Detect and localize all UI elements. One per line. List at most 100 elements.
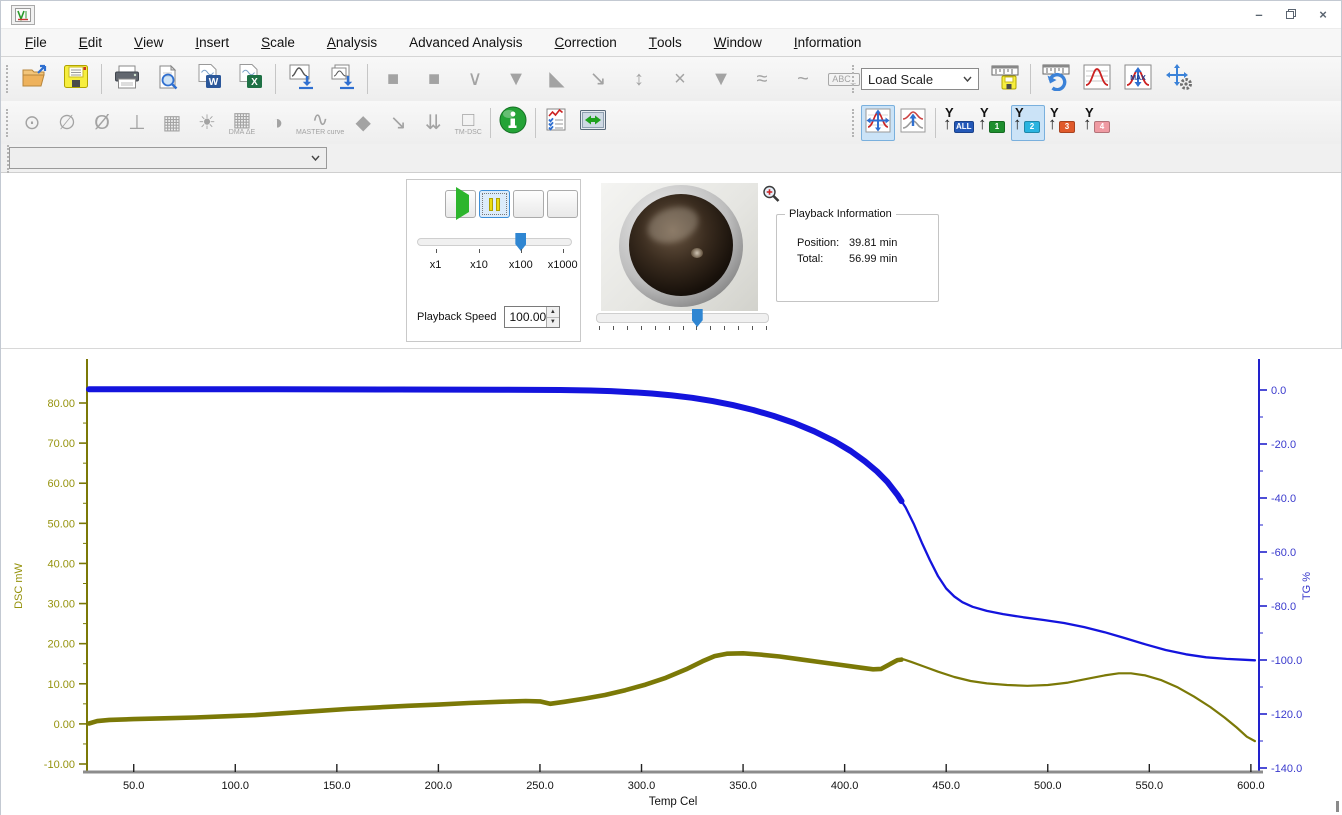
info-button[interactable] — [496, 105, 530, 141]
y-axis-2-button[interactable]: Y↑2 — [1011, 105, 1045, 141]
spin-up-button[interactable]: ▲ — [547, 307, 558, 318]
menu-insert[interactable]: Insert — [179, 29, 245, 56]
svg-text:MAX: MAX — [1130, 75, 1146, 82]
y-axis-3-button[interactable]: Y↑3 — [1046, 105, 1080, 141]
chevron-down-icon — [311, 155, 320, 161]
export-word-button[interactable]: W — [189, 60, 229, 98]
svg-text:-60.0: -60.0 — [1271, 547, 1296, 559]
temperature-program-button: ◑ — [260, 105, 294, 141]
temperature-program-icon: ◑ — [271, 113, 283, 133]
sample-pan-interior — [629, 194, 733, 296]
save-button[interactable] — [56, 60, 96, 98]
import-curves-button[interactable] — [322, 60, 362, 98]
dma-analysis-button: ▦DMA ΔE — [225, 105, 259, 141]
window-resize-mark[interactable] — [1336, 801, 1339, 812]
speed-slider-track[interactable] — [417, 238, 572, 246]
svg-text:80.00: 80.00 — [47, 398, 75, 410]
speed-scale-labels: x1x10x100x1000 — [417, 259, 572, 273]
chevron-down-icon — [963, 76, 972, 82]
smoothing-icon: ~ — [797, 69, 809, 89]
menu-advanced-analysis[interactable]: Advanced Analysis — [393, 29, 538, 56]
toolbar-separator — [275, 64, 276, 94]
open-button[interactable] — [15, 60, 55, 98]
print-preview-button[interactable] — [148, 60, 188, 98]
move-axes-button[interactable] — [861, 105, 895, 141]
load-scale-value: Load Scale — [868, 72, 933, 87]
max-scale-button[interactable]: MAX — [1118, 60, 1158, 98]
menu-file[interactable]: File — [9, 29, 63, 56]
import-curve-button[interactable] — [281, 60, 321, 98]
play-button[interactable] — [445, 190, 476, 218]
toolbar-grip[interactable] — [852, 109, 854, 137]
menu-window[interactable]: Window — [698, 29, 778, 56]
close-button[interactable]: × — [1311, 5, 1335, 23]
menu-bar: FileEditViewInsertScaleAnalysisAdvanced … — [1, 29, 1341, 57]
pause-button[interactable] — [479, 190, 510, 218]
menu-analysis[interactable]: Analysis — [311, 29, 393, 56]
auto-sampler-icon: ⊙ — [24, 113, 41, 133]
load-scale-combobox[interactable]: Load Scale — [861, 68, 979, 90]
magnify-image-button[interactable] — [761, 184, 781, 204]
playback-speed-spinbox[interactable]: 100.00 ▲ ▼ — [504, 306, 560, 328]
export-excel-icon: X — [236, 63, 264, 95]
playback-info-group: Playback Information Position:39.81 min … — [776, 214, 939, 302]
export-excel-button[interactable]: X — [230, 60, 270, 98]
info-icon — [498, 105, 528, 140]
toolbar-grip[interactable] — [852, 65, 854, 93]
svg-text:300.0: 300.0 — [628, 780, 656, 792]
report-button[interactable] — [541, 105, 575, 141]
export-word-icon: W — [195, 63, 223, 95]
menu-correction[interactable]: Correction — [539, 29, 633, 56]
spin-down-button[interactable]: ▼ — [547, 318, 558, 328]
save-scale-button[interactable] — [985, 60, 1025, 98]
menu-tools[interactable]: Tools — [633, 29, 698, 56]
print-button[interactable] — [107, 60, 147, 98]
app-icon — [11, 5, 35, 25]
y-axis-4-button[interactable]: Y↑4 — [1081, 105, 1115, 141]
play-icon — [453, 195, 469, 213]
position-slider-track[interactable] — [596, 313, 769, 323]
svg-text:200.0: 200.0 — [425, 780, 453, 792]
menu-edit[interactable]: Edit — [63, 29, 118, 56]
shift-axis-button[interactable] — [896, 105, 930, 141]
menu-information[interactable]: Information — [778, 29, 878, 56]
total-label: Total: — [797, 251, 849, 267]
y-axis-1-button[interactable]: Y↑1 — [976, 105, 1010, 141]
toolbar-separator — [101, 64, 102, 94]
data-move-button: ↘ — [381, 105, 415, 141]
toolbar-grip[interactable] — [6, 109, 8, 137]
playback-position-slider[interactable] — [596, 313, 769, 332]
position-slider-thumb[interactable] — [692, 309, 703, 327]
undo-scale-button[interactable] — [1036, 60, 1076, 98]
svg-text:60.00: 60.00 — [47, 478, 75, 490]
menu-scale[interactable]: Scale — [245, 29, 311, 56]
y-axis-2-icon: Y↑2 — [1013, 109, 1043, 137]
playback-window-button[interactable] — [576, 105, 610, 141]
svg-text:0.00: 0.00 — [54, 719, 75, 731]
minimize-button[interactable]: – — [1247, 5, 1271, 23]
playback-speed-slider[interactable]: x1x10x100x1000 — [417, 238, 572, 273]
intersection-analysis-button: × — [660, 60, 700, 98]
total-value: 56.99 min — [849, 253, 897, 265]
magnifier-plus-icon — [761, 184, 781, 204]
curve-selector-combobox[interactable] — [9, 147, 327, 169]
restore-button[interactable] — [1279, 5, 1303, 23]
axis-settings-button[interactable] — [1159, 60, 1199, 98]
axis-settings-icon — [1164, 63, 1194, 96]
chart-svg: -10.000.0010.0020.0030.0040.0050.0060.00… — [1, 349, 1342, 815]
stop-button[interactable] — [513, 190, 544, 218]
y-axis-all-icon: Y↑ALL — [943, 109, 973, 137]
move-axes-icon — [864, 107, 892, 139]
toolbar-grip[interactable] — [6, 65, 8, 93]
svg-text:DSC mW: DSC mW — [13, 562, 25, 608]
photo-calorimetry-icon: ☀ — [198, 113, 216, 133]
svg-text:70.00: 70.00 — [47, 438, 75, 450]
peak-analysis-button: ▼ — [496, 60, 536, 98]
record-button[interactable] — [547, 190, 578, 218]
y-axis-all-button[interactable]: Y↑ALL — [941, 105, 975, 141]
peak-width-analysis-icon: ▼ — [711, 69, 731, 89]
max-scale-icon: MAX — [1123, 63, 1153, 96]
menu-view[interactable]: View — [118, 29, 179, 56]
svg-text:-100.0: -100.0 — [1271, 655, 1302, 667]
auto-scale-button[interactable] — [1077, 60, 1117, 98]
